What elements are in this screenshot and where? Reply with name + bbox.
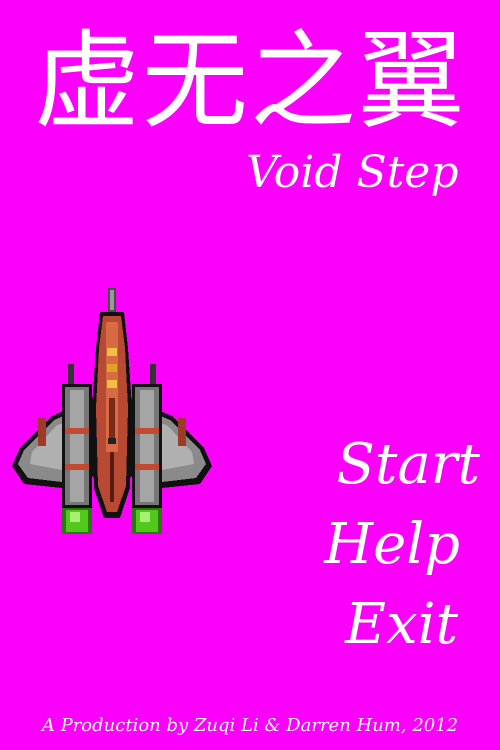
main-menu: Start Help Exit [290,425,480,665]
spaceship-icon [12,288,212,534]
title-screen: 虚无之翼 Void Step Start Help Exit A Product… [0,0,500,750]
game-title-english: Void Step [246,147,459,198]
credits-text: A Production by Zuqi Li & Darren Hum, 20… [41,715,459,736]
help-button[interactable]: Help [290,505,480,585]
game-title-chinese: 虚无之翼 [34,20,466,143]
exit-button[interactable]: Exit [290,585,480,665]
start-button[interactable]: Start [290,425,480,505]
